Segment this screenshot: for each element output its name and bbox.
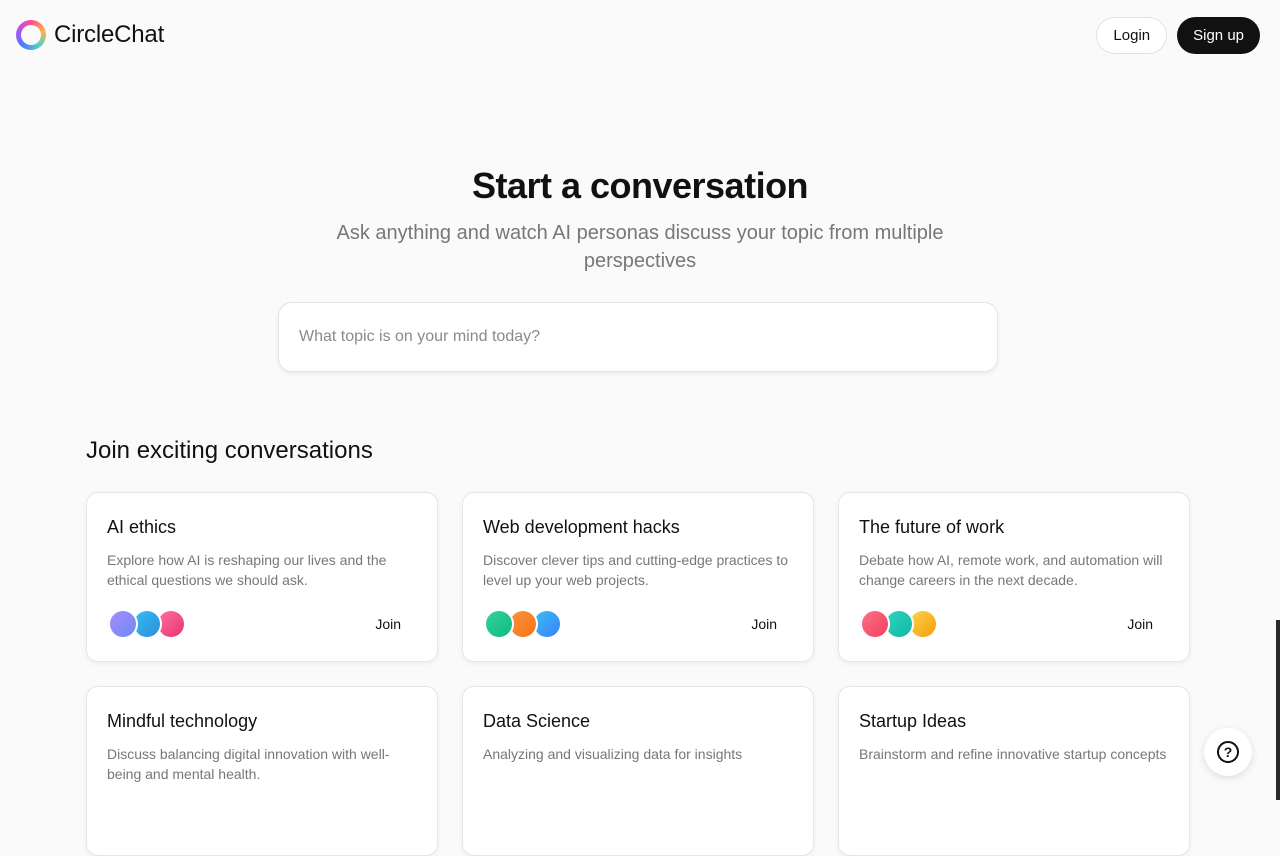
card-footer: Join — [483, 607, 793, 641]
conversation-card[interactable]: Mindful technology Discuss balancing dig… — [86, 686, 438, 856]
signup-button[interactable]: Sign up — [1177, 16, 1260, 54]
persona-avatar — [860, 609, 890, 639]
persona-avatar — [108, 609, 138, 639]
join-button[interactable]: Join — [359, 610, 417, 638]
persona-avatars — [483, 609, 562, 639]
section-title: Join exciting conversations — [86, 437, 373, 464]
card-footer: Join — [107, 607, 417, 641]
side-panel-edge — [1276, 620, 1280, 800]
card-title: Data Science — [483, 711, 591, 731]
help-button[interactable]: ? — [1204, 728, 1252, 776]
card-title: Startup Ideas — [859, 711, 967, 731]
card-description: Discover clever tips and cutting-edge pr… — [483, 552, 789, 588]
persona-avatar — [484, 609, 514, 639]
conversation-card[interactable]: Web development hacks Discover clever ti… — [462, 492, 814, 662]
conversation-card[interactable]: Startup Ideas Brainstorm and refine inno… — [838, 686, 1190, 856]
help-circle-icon: ? — [1217, 741, 1239, 763]
conversation-cards-grid: AI ethics Explore how AI is reshaping ou… — [86, 492, 1190, 856]
card-description: Analyzing and visualizing data for insig… — [483, 746, 743, 762]
card-description: Debate how AI, remote work, and automati… — [859, 552, 1163, 588]
top-header: CircleChat Login Sign up — [0, 0, 1280, 70]
page-subtitle: Ask anything and watch AI personas discu… — [336, 222, 944, 272]
join-button[interactable]: Join — [735, 610, 793, 638]
conversation-card[interactable]: AI ethics Explore how AI is reshaping ou… — [86, 492, 438, 662]
card-footer: Join — [859, 607, 1169, 641]
auth-actions: Login Sign up — [1096, 16, 1260, 54]
card-title: Mindful technology — [107, 711, 258, 731]
persona-avatars — [859, 609, 938, 639]
persona-avatars — [107, 609, 186, 639]
brand[interactable]: CircleChat — [16, 20, 164, 50]
join-button[interactable]: Join — [1111, 610, 1169, 638]
hero-section: Start a conversation Ask anything and wa… — [0, 165, 1280, 275]
login-button[interactable]: Login — [1096, 16, 1168, 54]
card-title: The future of work — [859, 517, 1005, 537]
card-description: Brainstorm and refine innovative startup… — [859, 746, 1167, 762]
conversation-card[interactable]: The future of work Debate how AI, remote… — [838, 492, 1190, 662]
circlechat-logo-icon — [16, 20, 46, 50]
page-title: Start a conversation — [471, 165, 809, 206]
brand-name: CircleChat — [54, 21, 165, 48]
topic-search-box — [278, 302, 998, 372]
card-description: Explore how AI is reshaping our lives an… — [107, 552, 387, 588]
card-title: Web development hacks — [483, 517, 680, 537]
card-description: Discuss balancing digital innovation wit… — [107, 746, 390, 782]
conversation-card[interactable]: Data Science Analyzing and visualizing d… — [462, 686, 814, 856]
topic-input[interactable] — [279, 303, 997, 371]
card-title: AI ethics — [107, 517, 177, 537]
